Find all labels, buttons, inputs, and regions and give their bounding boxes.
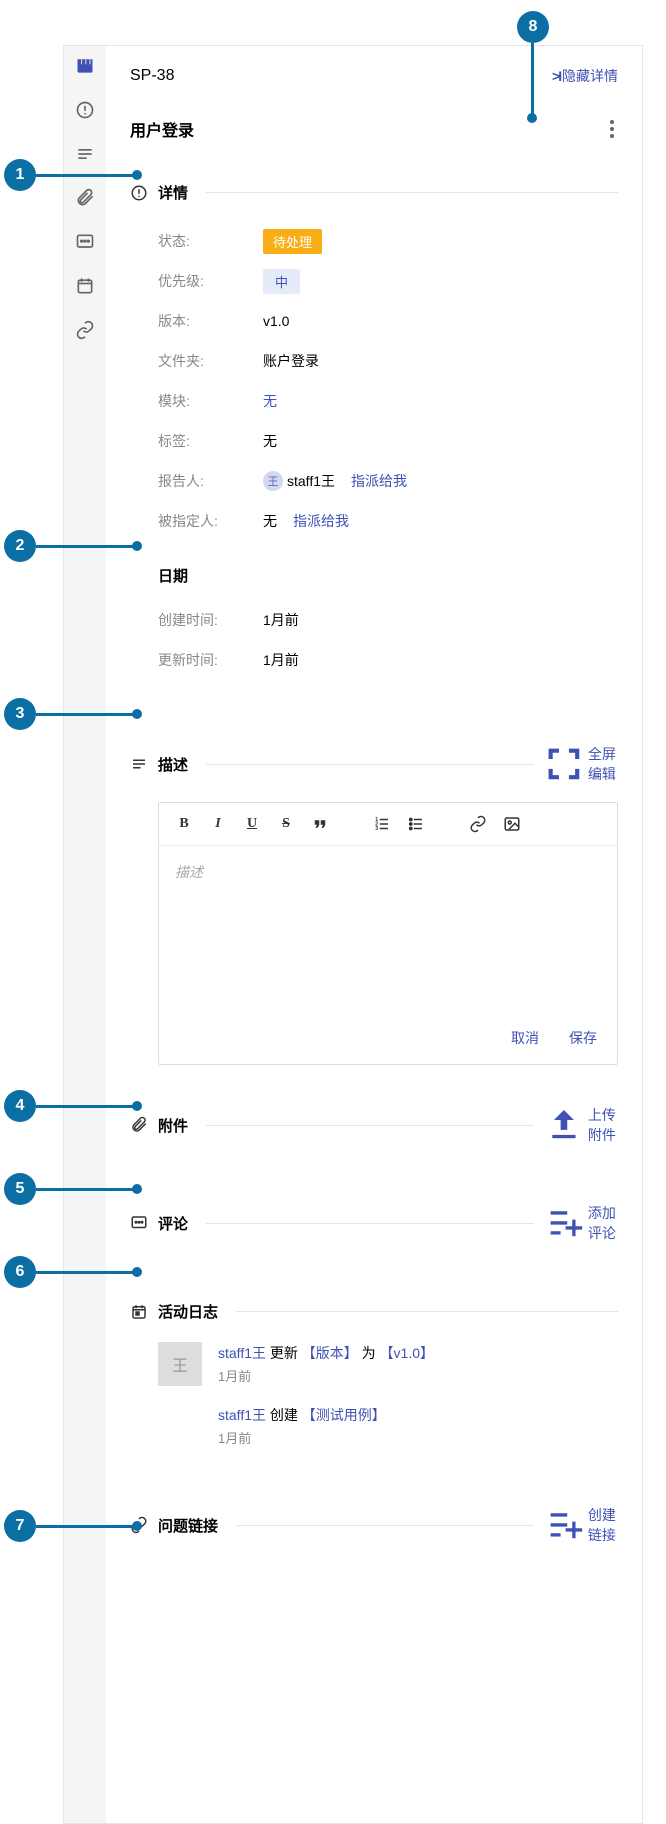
section-link-header: 问题链接 创建链接 bbox=[130, 1505, 618, 1545]
sidebar-attachment-icon[interactable] bbox=[75, 188, 95, 208]
underline-icon[interactable]: U bbox=[243, 815, 261, 833]
activity-user[interactable]: staff1王 bbox=[218, 1345, 266, 1361]
reporter-label: 报告人: bbox=[158, 471, 263, 491]
issue-id: SP-38 bbox=[130, 67, 174, 85]
italic-icon[interactable]: I bbox=[209, 815, 227, 833]
sidebar-detail-icon[interactable] bbox=[75, 100, 95, 120]
callout-1: 1 bbox=[4, 159, 36, 191]
assignee-label: 被指定人: bbox=[158, 511, 263, 531]
section-detail-header: 详情 bbox=[130, 182, 618, 203]
activity-row: staff1王 创建 【测试用例】 1月前 bbox=[158, 1404, 618, 1447]
add-comment-button[interactable]: 添加评论 bbox=[544, 1203, 618, 1243]
reporter-assign-link[interactable]: 指派给我 bbox=[351, 471, 407, 491]
upload-attach-button[interactable]: 上传附件 bbox=[544, 1105, 618, 1145]
reporter-value[interactable]: staff1王 bbox=[287, 471, 335, 491]
callout-2: 2 bbox=[4, 530, 36, 562]
section-desc-title: 描述 bbox=[158, 754, 188, 775]
section-desc-header: 描述 全屏编辑 bbox=[130, 744, 618, 784]
sidebar-activity-icon[interactable] bbox=[75, 276, 95, 296]
section-link-title: 问题链接 bbox=[158, 1515, 218, 1536]
folder-label: 文件夹: bbox=[158, 351, 263, 371]
main: SP-38 >I 隐藏详情 用户登录 详情 状态: 待处理 优先级: 中 bbox=[106, 46, 642, 1823]
activity-user[interactable]: staff1王 bbox=[218, 1407, 266, 1423]
sidebar-overview-icon[interactable] bbox=[75, 56, 95, 76]
assignee-value[interactable]: 无 bbox=[263, 511, 277, 531]
quote-icon[interactable] bbox=[311, 815, 329, 833]
module-value[interactable]: 无 bbox=[263, 391, 277, 411]
callout-3: 3 bbox=[4, 698, 36, 730]
comment-icon bbox=[130, 1214, 148, 1232]
activity-field: 【版本】 bbox=[302, 1345, 358, 1361]
editor-toolbar: B I U S 123 bbox=[159, 803, 617, 846]
create-link-button[interactable]: 创建链接 bbox=[544, 1505, 618, 1545]
hide-detail-button[interactable]: >I 隐藏详情 bbox=[552, 66, 618, 86]
issue-title: 用户登录 bbox=[130, 117, 194, 141]
activity-time: 1月前 bbox=[218, 1366, 434, 1385]
created-label: 创建时间: bbox=[158, 610, 263, 630]
folder-value[interactable]: 账户登录 bbox=[263, 351, 319, 371]
status-badge[interactable]: 待处理 bbox=[263, 229, 322, 254]
assignee-assign-link[interactable]: 指派给我 bbox=[293, 511, 349, 531]
editor-body[interactable]: 描述 bbox=[159, 846, 617, 1016]
sidebar bbox=[64, 46, 106, 1823]
save-button[interactable]: 保存 bbox=[569, 1028, 597, 1048]
activity-row: 王 staff1王 更新 【版本】 为 【v1.0】 1月前 bbox=[158, 1342, 618, 1386]
desc-fullscreen-button[interactable]: 全屏编辑 bbox=[544, 744, 618, 784]
section-attach-header: 附件 上传附件 bbox=[130, 1105, 618, 1145]
created-value: 1月前 bbox=[263, 610, 299, 630]
module-label: 模块: bbox=[158, 391, 263, 411]
unordered-list-icon[interactable] bbox=[407, 815, 425, 833]
updated-label: 更新时间: bbox=[158, 650, 263, 670]
status-label: 状态: bbox=[158, 231, 263, 251]
alert-circle-icon bbox=[130, 184, 148, 202]
section-comment-header: 评论 添加评论 bbox=[130, 1203, 618, 1243]
version-label: 版本: bbox=[158, 311, 263, 331]
callout-5: 5 bbox=[4, 1173, 36, 1205]
reporter-avatar: 王 bbox=[263, 471, 283, 491]
activity-time: 1月前 bbox=[218, 1428, 386, 1447]
svg-text:3: 3 bbox=[375, 826, 378, 832]
callout-4: 4 bbox=[4, 1090, 36, 1122]
version-value[interactable]: v1.0 bbox=[263, 313, 289, 329]
priority-badge[interactable]: 中 bbox=[263, 269, 300, 294]
activity-value: 【v1.0】 bbox=[380, 1345, 434, 1361]
section-comment-title: 评论 bbox=[158, 1213, 188, 1234]
activity-value: 【测试用例】 bbox=[302, 1407, 386, 1423]
text-lines-icon bbox=[130, 755, 148, 773]
section-activity-title: 活动日志 bbox=[158, 1301, 218, 1322]
activity-avatar: 王 bbox=[158, 1342, 202, 1386]
cancel-button[interactable]: 取消 bbox=[511, 1028, 539, 1048]
calendar-icon bbox=[130, 1303, 148, 1321]
strike-icon[interactable]: S bbox=[277, 815, 295, 833]
section-activity-header: 活动日志 bbox=[130, 1301, 618, 1322]
sidebar-link-icon[interactable] bbox=[75, 320, 95, 340]
updated-value: 1月前 bbox=[263, 650, 299, 670]
date-subtitle: 日期 bbox=[130, 565, 618, 586]
section-attach-title: 附件 bbox=[158, 1115, 188, 1136]
sidebar-desc-icon[interactable] bbox=[75, 144, 95, 164]
editor-box: B I U S 123 描述 取消 保存 bbox=[158, 802, 618, 1065]
paperclip-icon bbox=[130, 1116, 148, 1134]
tag-label: 标签: bbox=[158, 431, 263, 451]
link-icon[interactable] bbox=[469, 815, 487, 833]
callout-8: 8 bbox=[517, 11, 549, 43]
bold-icon[interactable]: B bbox=[175, 815, 193, 833]
callout-7: 7 bbox=[4, 1510, 36, 1542]
priority-label: 优先级: bbox=[158, 271, 263, 291]
tag-value[interactable]: 无 bbox=[263, 431, 277, 451]
callout-6: 6 bbox=[4, 1256, 36, 1288]
ordered-list-icon[interactable]: 123 bbox=[373, 815, 391, 833]
image-icon[interactable] bbox=[503, 815, 521, 833]
sidebar-comment-icon[interactable] bbox=[75, 232, 95, 252]
more-menu-icon[interactable] bbox=[606, 116, 618, 142]
section-detail-title: 详情 bbox=[158, 182, 188, 203]
